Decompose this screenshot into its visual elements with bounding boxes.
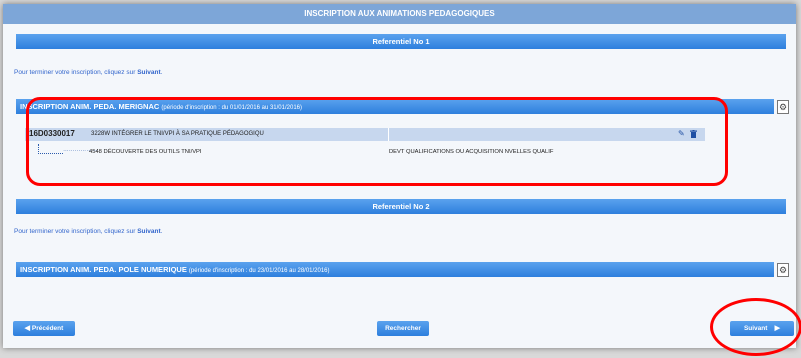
search-button[interactable]: Rechercher xyxy=(377,321,429,336)
highlight-annotation xyxy=(26,97,728,186)
suivant-link[interactable]: Suivant xyxy=(137,69,160,76)
referentiel-1-info: Pour terminer votre inscription, cliquez… xyxy=(14,69,162,76)
section-title: INSCRIPTION ANIM. PEDA. POLE NUMERIQUE xyxy=(20,265,187,274)
search-label: Rechercher xyxy=(385,325,421,332)
info-text-suffix: . xyxy=(160,228,163,235)
referentiel-1-header: Referentiel No 1 xyxy=(16,34,786,49)
page-title: INSCRIPTION AUX ANIMATIONS PEDAGOGIQUES xyxy=(3,4,796,24)
suivant-link[interactable]: Suivant xyxy=(137,228,160,235)
previous-button[interactable]: ◀ Précédent xyxy=(13,321,75,336)
section-pole-numerique-header[interactable]: INSCRIPTION ANIM. PEDA. POLE NUMERIQUE (… xyxy=(16,262,774,277)
previous-label: Précédent xyxy=(31,325,64,332)
info-text-prefix: Pour terminer votre inscription, cliquez… xyxy=(14,228,138,235)
section-period: (période d'inscription : du 23/01/2016 a… xyxy=(188,268,330,274)
referentiel-2-info: Pour terminer votre inscription, cliquez… xyxy=(14,228,162,235)
settings-gear-icon[interactable]: ⚙ xyxy=(777,263,789,277)
arrow-left-icon: ◀ xyxy=(24,325,31,332)
highlight-annotation xyxy=(710,298,801,356)
info-text-suffix: . xyxy=(160,69,163,76)
info-text-prefix: Pour terminer votre inscription, cliquez… xyxy=(14,69,138,76)
referentiel-2-header: Referentiel No 2 xyxy=(16,199,786,214)
settings-gear-icon[interactable]: ⚙ xyxy=(777,100,789,114)
